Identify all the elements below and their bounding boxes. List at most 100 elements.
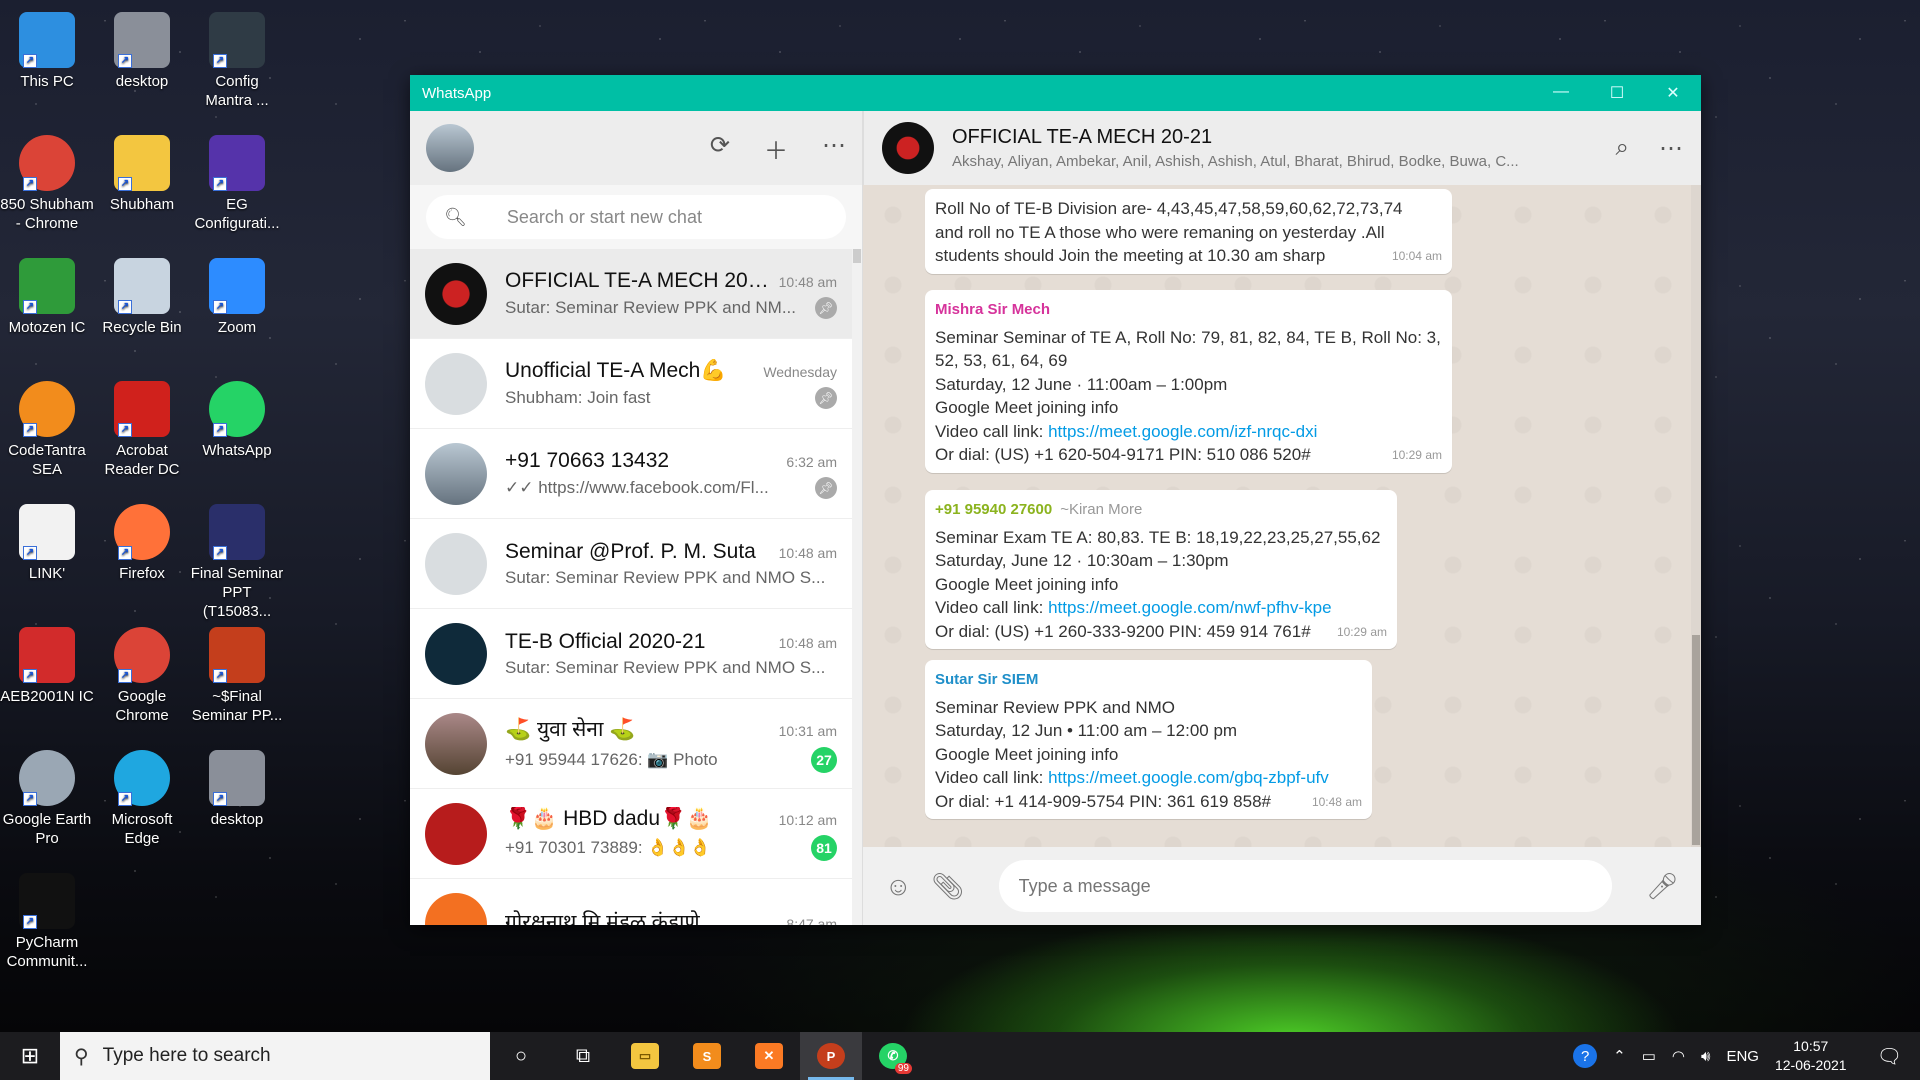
battery-icon[interactable]: ▭: [1642, 1047, 1656, 1065]
desktop-icon[interactable]: ↗ WhatsApp: [190, 375, 284, 460]
chat-name: OFFICIAL TE-A MECH 20-...: [505, 268, 771, 292]
desktop-icon[interactable]: ↗ PyCharm Communit...: [0, 867, 94, 971]
message-line: students should Join the meeting at 10.3…: [935, 246, 1326, 265]
edge-icon: ↗: [114, 750, 170, 806]
message-line: Saturday, June 12 · 10:30am – 1:30pm: [935, 551, 1229, 570]
desktop-icon[interactable]: ↗ ~$Final Seminar PP...: [190, 621, 284, 725]
unread-badge: 81: [811, 834, 837, 861]
search-icon: 🔍︎: [444, 206, 467, 227]
desktop-icon[interactable]: ↗ LINK': [0, 498, 94, 583]
cortana-button[interactable]: ○: [490, 1032, 552, 1080]
chat-row[interactable]: +91 70663 13432 6:32 am ✓✓ https://www.fac…: [410, 429, 852, 519]
chat-name: Unofficial TE-A Mech💪: [505, 358, 727, 382]
folder-icon: ▭: [631, 1043, 659, 1069]
taskbar-whatsapp[interactable]: ✆ 99: [862, 1032, 924, 1080]
taskbar-powerpoint[interactable]: P: [800, 1032, 862, 1080]
chat-row[interactable]: OFFICIAL TE-A MECH 20-... 10:48 am Sutar: …: [410, 249, 852, 339]
desktop-icon[interactable]: ↗ desktop: [95, 6, 189, 91]
message-scrollbar[interactable]: [1691, 185, 1701, 847]
profile-avatar[interactable]: [426, 124, 474, 172]
message-bubble[interactable]: +91 95940 27600 ~Kiran More Seminar Exam T…: [925, 490, 1397, 649]
message-bubble[interactable]: Sutar Sir SIEM Seminar Review PPK and NMO…: [925, 660, 1372, 819]
pycharm-icon: ↗: [19, 873, 75, 929]
chat-row[interactable]: Seminar @Prof. P. M. Suta 10:48 am Sutar: …: [410, 519, 852, 609]
notifications-icon[interactable]: 🗨︎: [1877, 1044, 1902, 1069]
taskbar-sublime[interactable]: S: [676, 1032, 738, 1080]
close-button[interactable]: ✕: [1645, 83, 1701, 103]
message-sender[interactable]: Mishra Sir Mech: [935, 298, 1442, 322]
chat-list-scrollbar[interactable]: [852, 249, 862, 925]
desktop-icon-label: Config Mantra ...: [205, 73, 269, 109]
desktop-icon[interactable]: ↗ Zoom: [190, 252, 284, 337]
minimize-button[interactable]: —: [1533, 83, 1589, 103]
desktop-icon[interactable]: ↗ CodeTantra SEA: [0, 375, 94, 479]
chat-row[interactable]: गोरक्षनाथ मि मंडळ कुंडाणे 8:47 am: [410, 879, 852, 925]
desktop-icon[interactable]: ↗ Shubham: [95, 129, 189, 214]
message-bubble[interactable]: Mishra Sir Mech Seminar Seminar of TE A, …: [925, 290, 1452, 473]
chat-row[interactable]: TE-B Official 2020-21 10:48 am Sutar: Semi…: [410, 609, 852, 699]
desktop-icon[interactable]: ↗ This PC: [0, 6, 94, 91]
new-chat-icon[interactable]: ＋: [764, 131, 788, 166]
desktop-icon[interactable]: ↗ Recycle Bin: [95, 252, 189, 337]
tray-chevron-icon[interactable]: ⌃: [1613, 1047, 1626, 1065]
pin-icon: 📌︎: [815, 386, 837, 409]
desktop-icon[interactable]: ↗ Firefox: [95, 498, 189, 583]
desktop-icon[interactable]: ↗ Final Seminar PPT (T15083...: [190, 498, 284, 621]
desktop-icon[interactable]: ↗ Google Chrome: [95, 621, 189, 725]
meet-link[interactable]: https://meet.google.com/nwf-pfhv-kpe: [1048, 598, 1331, 617]
message-sender[interactable]: +91 95940 27600 ~Kiran More: [935, 498, 1387, 522]
status-icon[interactable]: ⟳: [710, 131, 730, 166]
search-input[interactable]: 🔍︎ Search or start new chat: [426, 195, 846, 239]
chat-menu-icon[interactable]: ⋯: [1659, 134, 1683, 163]
message-line: and roll no TE A those who were remaning…: [935, 222, 1385, 242]
desktop-icon[interactable]: ↗ Config Mantra ...: [190, 6, 284, 110]
chat-row[interactable]: 🌹🎂 HBD dadu🌹🎂 10:12 am +91 70301 73889: 👌👌…: [410, 789, 852, 879]
desktop-icon-label: Zoom: [217, 319, 257, 336]
desktop-icon[interactable]: ↗ Motozen IC: [0, 252, 94, 337]
maximize-button[interactable]: ☐: [1589, 83, 1645, 103]
sender-alias: ~Kiran More: [1060, 501, 1143, 518]
message-line: Seminar Seminar of TE A, Roll No: 79, 81…: [935, 327, 1441, 347]
more-options-icon[interactable]: ⋯: [822, 131, 846, 166]
conversation-header[interactable]: OFFICIAL TE-A MECH 20-21 Akshay, Aliyan,…: [863, 111, 1701, 185]
shortcut-arrow-icon: ↗: [213, 546, 227, 560]
attach-icon[interactable]: 📎︎: [932, 871, 965, 902]
desktop-icon[interactable]: ↗ Google Earth Pro: [0, 744, 94, 848]
taskbar-xampp[interactable]: ✕: [738, 1032, 800, 1080]
clock-time: 10:57: [1793, 1038, 1829, 1054]
help-icon[interactable]: ?: [1573, 1044, 1598, 1068]
start-button[interactable]: ⊞: [0, 1032, 60, 1080]
desktop-icon[interactable]: ↗ 850 Shubham - Chrome: [0, 129, 94, 233]
search-messages-icon[interactable]: ⌕: [1616, 134, 1629, 163]
app-icon: ↗: [209, 12, 265, 68]
group-avatar[interactable]: [882, 122, 934, 174]
windows-icon: ⊞: [20, 1043, 40, 1068]
desktop-icon-label: Final Seminar PPT (T15083...: [190, 565, 284, 620]
meet-link[interactable]: https://meet.google.com/izf-nrqc-dxi: [1048, 422, 1317, 441]
title-bar[interactable]: WhatsApp — ☐ ✕: [410, 75, 1701, 111]
wifi-icon[interactable]: ◠: [1672, 1047, 1685, 1065]
desktop-icon[interactable]: ↗ AEB2001N IC: [0, 621, 94, 706]
message-bubble[interactable]: Roll No of TE-B Division are- 4,43,45,47…: [925, 189, 1452, 274]
desktop-icon[interactable]: ↗ desktop: [190, 744, 284, 829]
meet-link[interactable]: https://meet.google.com/gbq-zbpf-ufv: [1048, 768, 1329, 787]
task-view-button[interactable]: ⧉: [552, 1032, 614, 1080]
volume-icon[interactable]: 🔊︎: [1701, 1048, 1710, 1065]
language-indicator[interactable]: ENG: [1726, 1048, 1759, 1065]
message-input[interactable]: [998, 860, 1612, 912]
shortcut-arrow-icon: ↗: [23, 546, 37, 560]
emoji-icon[interactable]: ☺: [885, 871, 912, 902]
message-sender[interactable]: Sutar Sir SIEM: [935, 668, 1362, 692]
microphone-icon[interactable]: 🎤︎: [1646, 871, 1679, 902]
chat-row[interactable]: Unofficial TE-A Mech💪 Wednesday Shubham: J…: [410, 339, 852, 429]
taskbar-file-explorer[interactable]: ▭: [614, 1032, 676, 1080]
chat-row[interactable]: ⛳ युवा सेना ⛳ 10:31 am +91 95944 17626: 📷 …: [410, 699, 852, 789]
search-bar: 🔍︎ Search or start new chat: [410, 185, 862, 249]
desktop-icon[interactable]: ↗ EG Configurati...: [190, 129, 284, 233]
desktop-icon[interactable]: ↗ Microsoft Edge: [95, 744, 189, 848]
desktop-icon-label: ~$Final Seminar PP...: [191, 688, 283, 724]
clock[interactable]: 10:57 12-06-2021: [1775, 1037, 1847, 1075]
desktop-icon[interactable]: ↗ Acrobat Reader DC: [95, 375, 189, 479]
taskbar-search[interactable]: ⚲ Type here to search: [60, 1032, 490, 1080]
link-prefix: Video call link:: [935, 421, 1049, 441]
